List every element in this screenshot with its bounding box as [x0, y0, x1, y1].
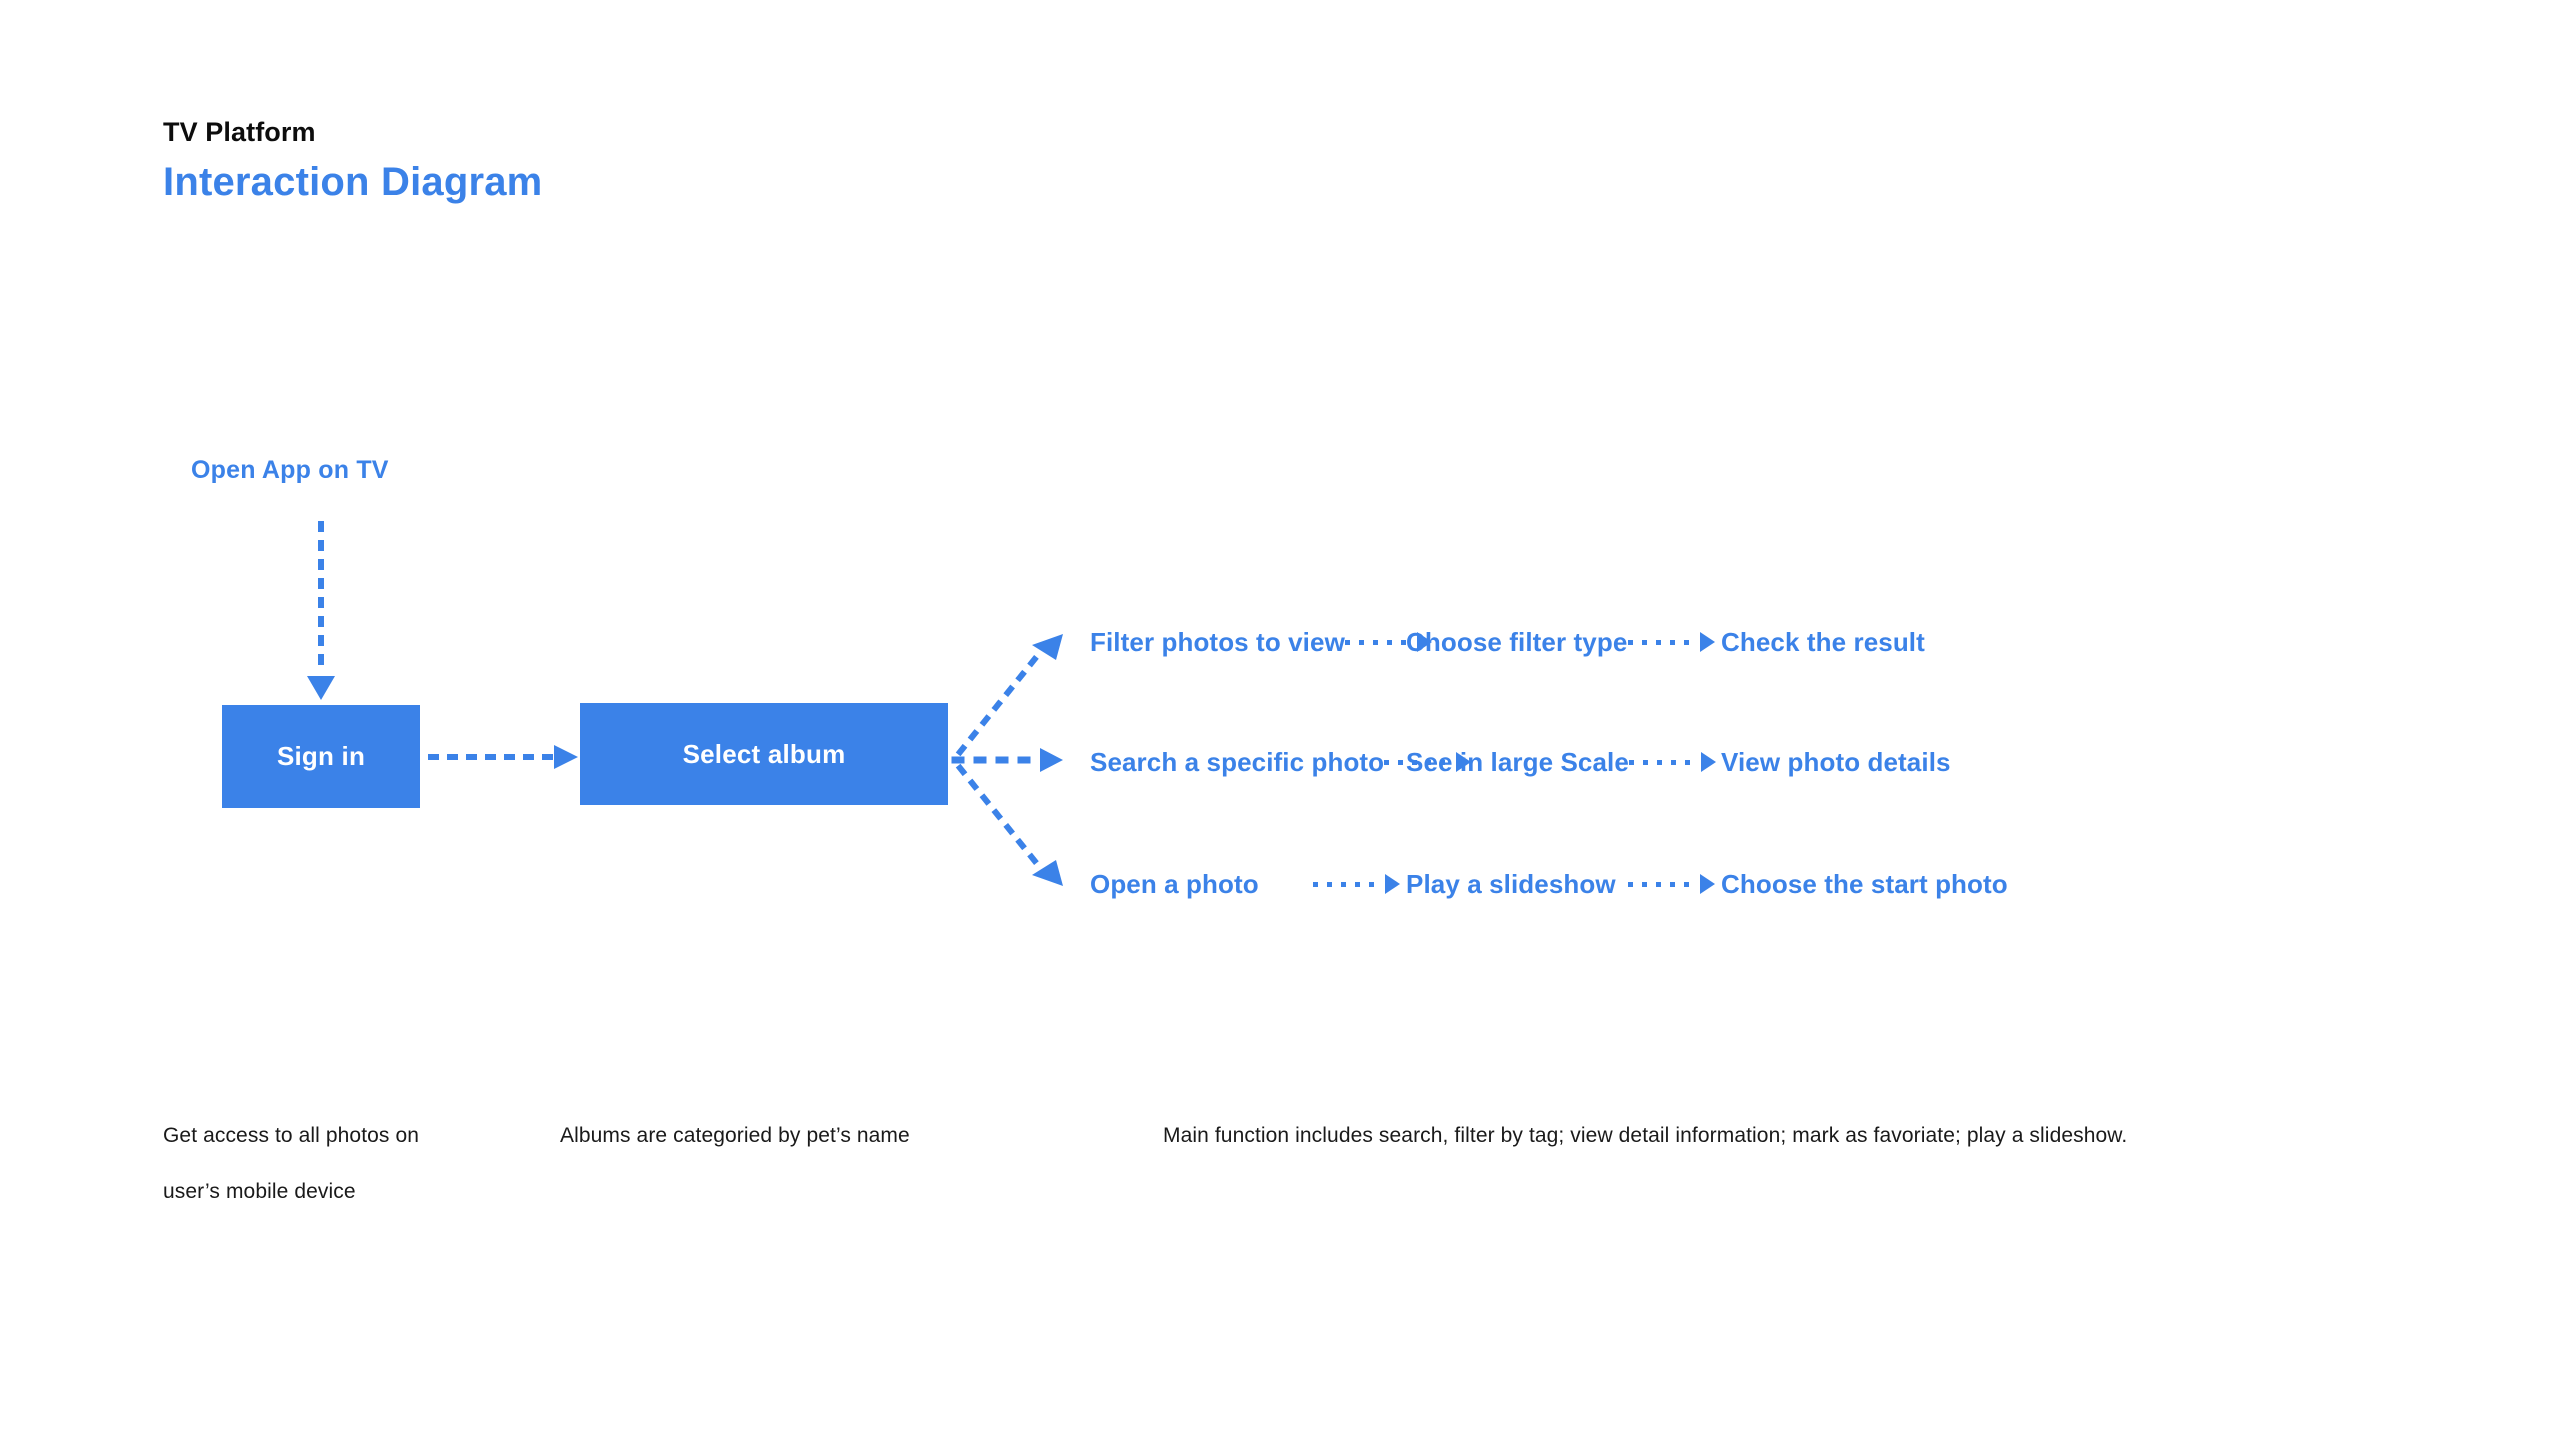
step-cell: Search a specific photo: [1090, 747, 1472, 778]
step-cell: See in large Scale: [1406, 747, 1721, 778]
step-cell: Choose the start photo: [1721, 869, 2008, 900]
page-title: Interaction Diagram: [163, 159, 543, 204]
step-cell: Play a slideshow: [1406, 869, 1721, 900]
branch-connector-0: [955, 634, 1063, 757]
step-label-0-2[interactable]: Check the result: [1721, 627, 1925, 658]
step-label-0-0[interactable]: Filter photos to view: [1090, 627, 1345, 658]
step-label-2-0[interactable]: Open a photo: [1090, 869, 1259, 900]
platform-label: TV Platform: [163, 117, 316, 147]
flow-box-label: Sign in: [276, 741, 366, 771]
arrow-left-triangle-icon: [1032, 860, 1063, 886]
flow-box-sign-in[interactable]: Sign in: [222, 705, 420, 808]
flow-box-label: Select album: [682, 738, 846, 769]
step-cell: Choose filter type: [1406, 627, 1721, 658]
step-label-2-2[interactable]: Choose the start photo: [1721, 869, 2008, 900]
branch-connector-1: [951, 748, 1063, 772]
step-cell: View photo details: [1721, 747, 1951, 778]
arrow-right-triangle-icon: [1040, 748, 1063, 772]
step-cell: Filter photos to view: [1090, 627, 1432, 658]
arrow-down-dotted-icon: [307, 521, 335, 700]
caption-select-album: Albums are categoried by pet’s name: [560, 1124, 910, 1147]
flow-box-select-album[interactable]: Select album: [580, 703, 948, 805]
arrow-right-dotted-icon: [1628, 632, 1721, 652]
caption-main-function: Main function includes search, filter by…: [1163, 1124, 2128, 1147]
step-label-1-0[interactable]: Search a specific photo: [1090, 747, 1384, 778]
step-label-1-1[interactable]: See in large Scale: [1406, 747, 1629, 778]
branch-row-filter: Filter photos to view Choose filter type…: [1090, 622, 1925, 662]
branch-connector-2: [955, 763, 1063, 886]
step-cell: Check the result: [1721, 627, 1925, 658]
entry-point-label: Open App on TV: [191, 456, 389, 484]
branch-row-open-photo: Open a photo Play a slideshow Choose the…: [1090, 864, 2008, 904]
step-label-0-1[interactable]: Choose filter type: [1406, 627, 1627, 658]
caption-sign-in: Get access to all photos on user’s mobil…: [163, 1124, 420, 1203]
arrow-right-dotted-icon: [1628, 874, 1721, 894]
branch-row-search: Search a specific photo See in large Sca…: [1090, 742, 1951, 782]
step-cell: Open a photo: [1090, 869, 1406, 900]
arrow-left-triangle-icon: [1032, 634, 1063, 660]
page-header: TV Platform Interaction Diagram: [163, 117, 543, 207]
arrow-right-dotted-icon: [1313, 874, 1406, 894]
step-label-2-1[interactable]: Play a slideshow: [1406, 869, 1616, 900]
arrow-right-dotted-icon: [1628, 752, 1722, 772]
step-label-1-2[interactable]: View photo details: [1721, 747, 1951, 778]
arrow-right-dotted-icon: [428, 745, 578, 769]
